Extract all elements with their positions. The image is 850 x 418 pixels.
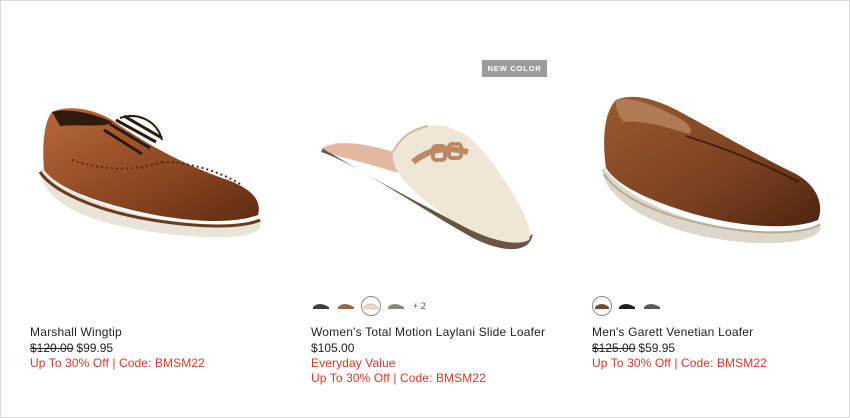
swatch-brown[interactable] xyxy=(336,296,356,316)
brown-loafer-swatch-icon xyxy=(338,304,354,309)
swatch-black[interactable] xyxy=(311,296,331,316)
swatch-cream[interactable] xyxy=(361,296,381,316)
product-name[interactable]: Women's Total Motion Laylani Slide Loafe… xyxy=(311,325,561,340)
product-card-garett-loafer[interactable]: Men's Garett Venetian Loafer $125.00 $59.… xyxy=(574,0,844,418)
price-row: $120.00 $99.95 xyxy=(30,341,280,356)
product-card-laylani-loafer[interactable]: NEW COLOR + 2 Women's Total Motion Layla… xyxy=(293,0,563,418)
brown-loafer-swatch-icon xyxy=(595,304,609,309)
promo-text: Up To 30% Off | Code: BMSM22 xyxy=(592,356,767,370)
color-swatches: + 2 xyxy=(311,296,426,316)
swatch-black[interactable] xyxy=(617,296,637,316)
product-info: Marshall Wingtip $120.00 $99.95 Up To 30%… xyxy=(30,325,280,371)
taupe-loafer-swatch-icon xyxy=(388,304,404,309)
sale-price: $99.95 xyxy=(76,341,114,355)
product-image-marshall-wingtip[interactable] xyxy=(12,50,282,295)
venetian-loafer-image xyxy=(602,96,821,244)
price: $105.00 xyxy=(311,341,355,355)
product-info: Men's Garett Venetian Loafer $125.00 $59.… xyxy=(592,325,842,371)
everyday-value-tag: Everyday Value xyxy=(311,356,396,370)
product-image-laylani-loafer[interactable] xyxy=(293,50,563,295)
promo-text: Up To 30% Off | Code: BMSM22 xyxy=(311,371,486,385)
slide-loafer-image xyxy=(321,125,533,250)
product-card-marshall-wingtip[interactable]: Marshall Wingtip $120.00 $99.95 Up To 30%… xyxy=(12,0,282,418)
product-name[interactable]: Men's Garett Venetian Loafer xyxy=(592,325,842,340)
swatch-grey[interactable] xyxy=(642,296,662,316)
swatch-taupe[interactable] xyxy=(386,296,406,316)
grey-loafer-swatch-icon xyxy=(644,304,660,309)
black-loafer-swatch-icon xyxy=(313,304,329,309)
color-swatches xyxy=(592,296,662,316)
sale-price: $59.95 xyxy=(638,341,676,355)
promo-text: Up To 30% Off | Code: BMSM22 xyxy=(30,356,205,370)
more-swatches-link[interactable]: + 2 xyxy=(413,301,426,311)
black-loafer-swatch-icon xyxy=(619,304,635,309)
swatch-brown[interactable] xyxy=(592,296,612,316)
original-price: $120.00 xyxy=(30,341,74,355)
product-image-garett-loafer[interactable] xyxy=(574,50,844,295)
product-info: Women's Total Motion Laylani Slide Loafe… xyxy=(311,325,561,386)
original-price: $125.00 xyxy=(592,341,636,355)
product-name[interactable]: Marshall Wingtip xyxy=(30,325,280,340)
cream-loafer-swatch-icon xyxy=(363,303,379,310)
wingtip-shoe-image xyxy=(38,108,262,238)
price-row: $125.00 $59.95 xyxy=(592,341,842,356)
